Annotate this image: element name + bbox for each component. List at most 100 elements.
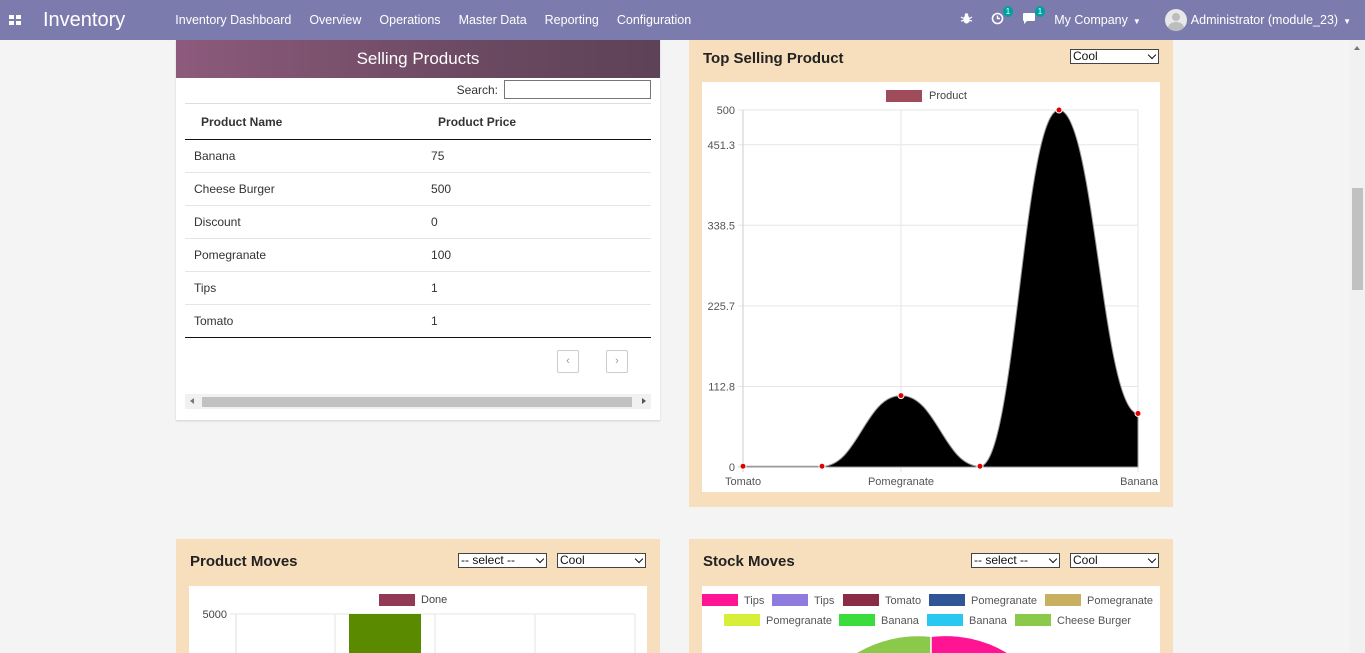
data-point[interactable] <box>1134 409 1142 417</box>
data-point[interactable] <box>976 462 984 470</box>
top-navbar: Inventory Inventory Dashboard Overview O… <box>0 0 1365 40</box>
data-point[interactable] <box>739 462 747 470</box>
selling-products-card: Selling Products Search: Product Name Pr… <box>176 40 660 420</box>
theme-select-value: Cool <box>1073 49 1098 63</box>
cell-product-price: 100 <box>422 238 651 272</box>
chat-icon[interactable]: 1 <box>1022 6 1046 28</box>
chevron-down-icon: ▼ <box>1132 17 1141 26</box>
scroll-left-icon[interactable] <box>190 398 194 404</box>
cell-product-price: 75 <box>422 139 651 173</box>
chevron-down-icon <box>1147 554 1157 564</box>
cell-product-price: 1 <box>422 271 651 305</box>
legend-label: Tips <box>744 595 765 607</box>
search-input[interactable] <box>504 80 651 99</box>
cell-product-name: Tomato <box>185 304 423 338</box>
table-row: Tips 1 <box>185 271 651 305</box>
messages-badge: 1 <box>1034 6 1046 17</box>
menu-inventory-dashboard[interactable]: Inventory Dashboard <box>175 13 291 27</box>
y-tick-label: 451.3 <box>707 140 735 152</box>
legend-swatch <box>929 594 965 606</box>
selling-products-table: Product Name Product Price Banana 75 Chee… <box>185 103 651 338</box>
legend-label: Done <box>421 594 447 606</box>
main-menu: Inventory Dashboard Overview Operations … <box>175 13 709 27</box>
horizontal-scrollbar[interactable] <box>185 394 651 409</box>
legend-label: Banana <box>969 615 1008 627</box>
bug-icon[interactable] <box>960 12 973 28</box>
top-selling-product-title: Top Selling Product <box>703 50 844 67</box>
bar[interactable] <box>349 614 421 653</box>
top-selling-product-card: Top Selling Product Cool Product 0 112.8 2… <box>689 40 1173 507</box>
scroll-up-icon[interactable] <box>1354 46 1360 50</box>
menu-overview[interactable]: Overview <box>309 13 361 27</box>
prev-page-button[interactable]: ‹ <box>557 350 579 373</box>
table-header-row: Product Name Product Price <box>185 103 651 140</box>
search-label: Search: <box>456 82 498 97</box>
legend-label: Pomegranate <box>1087 595 1153 607</box>
theme-select[interactable]: Cool <box>1070 553 1159 568</box>
user-menu[interactable]: Administrator (module_23) ▼ <box>1191 13 1351 27</box>
y-tick-label: 0 <box>729 462 735 474</box>
stock-moves-pie-chart: Tips Tips Tomato Pomegranate Pomegranate Pome… <box>702 594 1153 653</box>
product-moves-card: Product Moves -- select -- Cool Done 500… <box>176 539 660 653</box>
data-point[interactable] <box>897 392 905 400</box>
legend-swatch <box>1015 614 1051 626</box>
vertical-scrollbar[interactable] <box>1350 40 1365 653</box>
company-switcher[interactable]: My Company ▼ <box>1054 13 1141 27</box>
company-name: My Company <box>1054 13 1128 27</box>
legend-label: Tips <box>814 595 835 607</box>
x-tick-label: Tomato <box>725 476 761 488</box>
y-tick-label: 112.8 <box>708 381 735 393</box>
theme-select[interactable]: Cool <box>1070 49 1159 64</box>
stock-moves-title: Stock Moves <box>703 553 795 570</box>
legend-swatch <box>702 594 738 606</box>
apps-icon[interactable] <box>9 15 21 25</box>
navbar-right: 1 1 My Company ▼ Administrator (module_23… <box>960 0 1365 40</box>
cell-product-name: Banana <box>185 139 423 173</box>
theme-select[interactable]: Cool <box>557 553 646 568</box>
menu-configuration[interactable]: Configuration <box>617 13 691 27</box>
legend-swatch <box>724 614 760 626</box>
product-moves-title: Product Moves <box>190 553 298 570</box>
column-header-product-name[interactable]: Product Name <box>185 103 423 140</box>
product-select[interactable]: -- select -- <box>971 553 1060 568</box>
menu-reporting[interactable]: Reporting <box>545 13 599 27</box>
table-row: Banana 75 <box>185 139 651 173</box>
x-tick-label: Pomegranate <box>868 476 934 488</box>
avatar[interactable] <box>1164 9 1187 31</box>
data-point[interactable] <box>818 462 826 470</box>
top-selling-line-chart: Product 0 112.8 225.7 338.5 451.3 500 Tomato P… <box>707 90 1159 488</box>
legend-swatch <box>379 594 415 606</box>
table-row: Tomato 1 <box>185 304 651 338</box>
app-title[interactable]: Inventory <box>43 9 125 32</box>
legend-swatch <box>927 614 963 626</box>
legend-swatch <box>839 614 875 626</box>
x-tick-label: Banana <box>1120 476 1159 488</box>
data-point[interactable] <box>1055 106 1063 114</box>
top-selling-chart: Product 0 112.8 225.7 338.5 451.3 500 Tomato P… <box>702 82 1160 492</box>
y-tick-label: 5000 <box>203 609 227 621</box>
column-header-product-price[interactable]: Product Price <box>422 103 651 140</box>
scrollbar-thumb[interactable] <box>202 397 632 407</box>
legend-label: Cheese Burger <box>1057 615 1131 627</box>
pie-slice[interactable] <box>931 636 1007 653</box>
series-area <box>742 109 1139 468</box>
legend-label: Product <box>929 90 967 102</box>
scrollbar-thumb[interactable] <box>1352 188 1363 290</box>
table-row: Discount 0 <box>185 205 651 239</box>
table-row: Pomegranate 100 <box>185 238 651 272</box>
cell-product-price: 1 <box>422 304 651 338</box>
cell-product-price: 0 <box>422 205 651 239</box>
menu-master-data[interactable]: Master Data <box>459 13 527 27</box>
cell-product-name: Cheese Burger <box>185 172 423 206</box>
scroll-right-icon[interactable] <box>642 398 646 404</box>
pie-slice[interactable] <box>857 636 931 653</box>
product-select-value: -- select -- <box>461 553 515 567</box>
clock-icon[interactable]: 1 <box>991 6 1014 28</box>
y-tick-label: 225.7 <box>707 301 735 313</box>
next-page-button[interactable]: › <box>606 350 628 373</box>
menu-operations[interactable]: Operations <box>379 13 440 27</box>
product-select[interactable]: -- select -- <box>458 553 547 568</box>
legend-label: Tomato <box>885 595 921 607</box>
stock-moves-card: Stock Moves -- select -- Cool Tips Tips To… <box>689 539 1173 653</box>
selling-products-title: Selling Products <box>176 40 660 78</box>
